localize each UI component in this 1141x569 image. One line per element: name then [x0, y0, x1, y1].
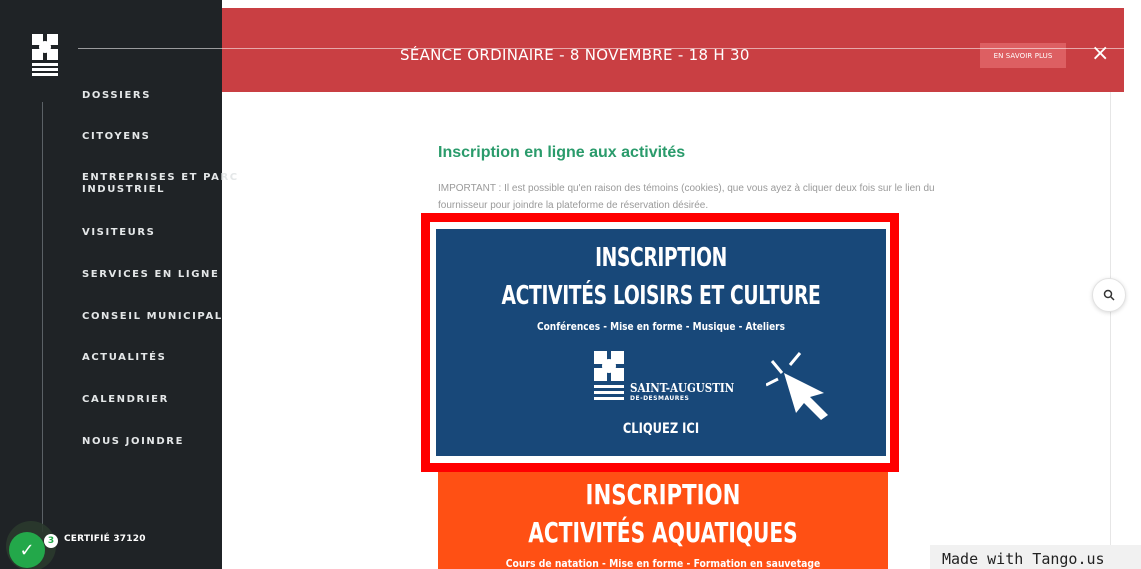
city-name-sub: DE-DESMAURES [630, 395, 690, 402]
page-title: Inscription en ligne aux activités [438, 144, 686, 161]
sidebar-item-services-en-ligne[interactable]: SERVICES EN LIGNE [82, 269, 219, 281]
city-name: SAINT-AUGUSTIN [630, 381, 735, 395]
sidebar-item-actualites[interactable]: ACTUALITÉS [82, 352, 166, 364]
culture-subtitle: Conférences - Mise en forme - Musique - … [536, 320, 786, 333]
tango-watermark: Made with Tango.us [930, 545, 1141, 569]
culture-activities-link[interactable]: INSCRIPTION ACTIVITÉS LOISIRS ET CULTURE… [436, 229, 886, 456]
page: DOSSIERS CITOYENS ENTREPRISES ET PARC IN… [0, 0, 1141, 569]
culture-title-line2: ACTIVITÉS LOISIRS ET CULTURE [501, 281, 821, 311]
cookie-notice: IMPORTANT : Il est possible qu'en raison… [438, 183, 935, 211]
sidebar-item-entreprises[interactable]: ENTREPRISES ET PARC [82, 172, 239, 184]
sidebar-item-conseil-municipal[interactable]: CONSEIL MUNICIPAL [82, 311, 223, 323]
search-button[interactable] [1092, 278, 1126, 312]
content-right-rule [1110, 92, 1111, 569]
certification-label: CERTIFIÉ 37120 [64, 534, 146, 544]
sidebar-item-calendrier[interactable]: CALENDRIER [82, 394, 169, 406]
aquatic-activities-link[interactable]: INSCRIPTION ACTIVITÉS AQUATIQUES Cours d… [438, 472, 888, 569]
sidebar-item-entreprises-line2[interactable]: INDUSTRIEL [82, 184, 165, 196]
click-cursor-icon [766, 352, 828, 420]
checklist-badge: 3 [44, 534, 58, 548]
aquatic-title-line2: ACTIVITÉS AQUATIQUES [528, 516, 798, 549]
close-icon[interactable]: × [1091, 42, 1109, 66]
sidebar: DOSSIERS CITOYENS ENTREPRISES ET PARC IN… [0, 0, 237, 569]
sidebar-item-dossiers[interactable]: DOSSIERS [82, 90, 151, 102]
aquatic-subtitle: Cours de natation - Mise en forme - Form… [505, 557, 821, 569]
banner-rule [78, 48, 1124, 49]
sidebar-divider [42, 102, 43, 532]
click-here-label: CLIQUEZ ICI [622, 421, 700, 437]
sidebar-item-citoyens[interactable]: CITOYENS [82, 131, 150, 143]
city-logo-icon[interactable] [32, 34, 58, 78]
learn-more-button[interactable]: EN SAVOIR PLUS [980, 43, 1066, 68]
announcement-banner: SÉANCE ORDINAIRE - 8 NOVEMBRE - 18 H 30 … [222, 8, 1124, 92]
sidebar-item-nous-joindre[interactable]: NOUS JOINDRE [82, 436, 184, 448]
search-icon [1103, 289, 1115, 301]
sidebar-item-visiteurs[interactable]: VISITEURS [82, 227, 155, 239]
aquatic-title-line1: INSCRIPTION [585, 478, 741, 511]
check-icon[interactable]: ✓ [9, 532, 45, 568]
culture-title-line1: INSCRIPTION [595, 243, 727, 273]
